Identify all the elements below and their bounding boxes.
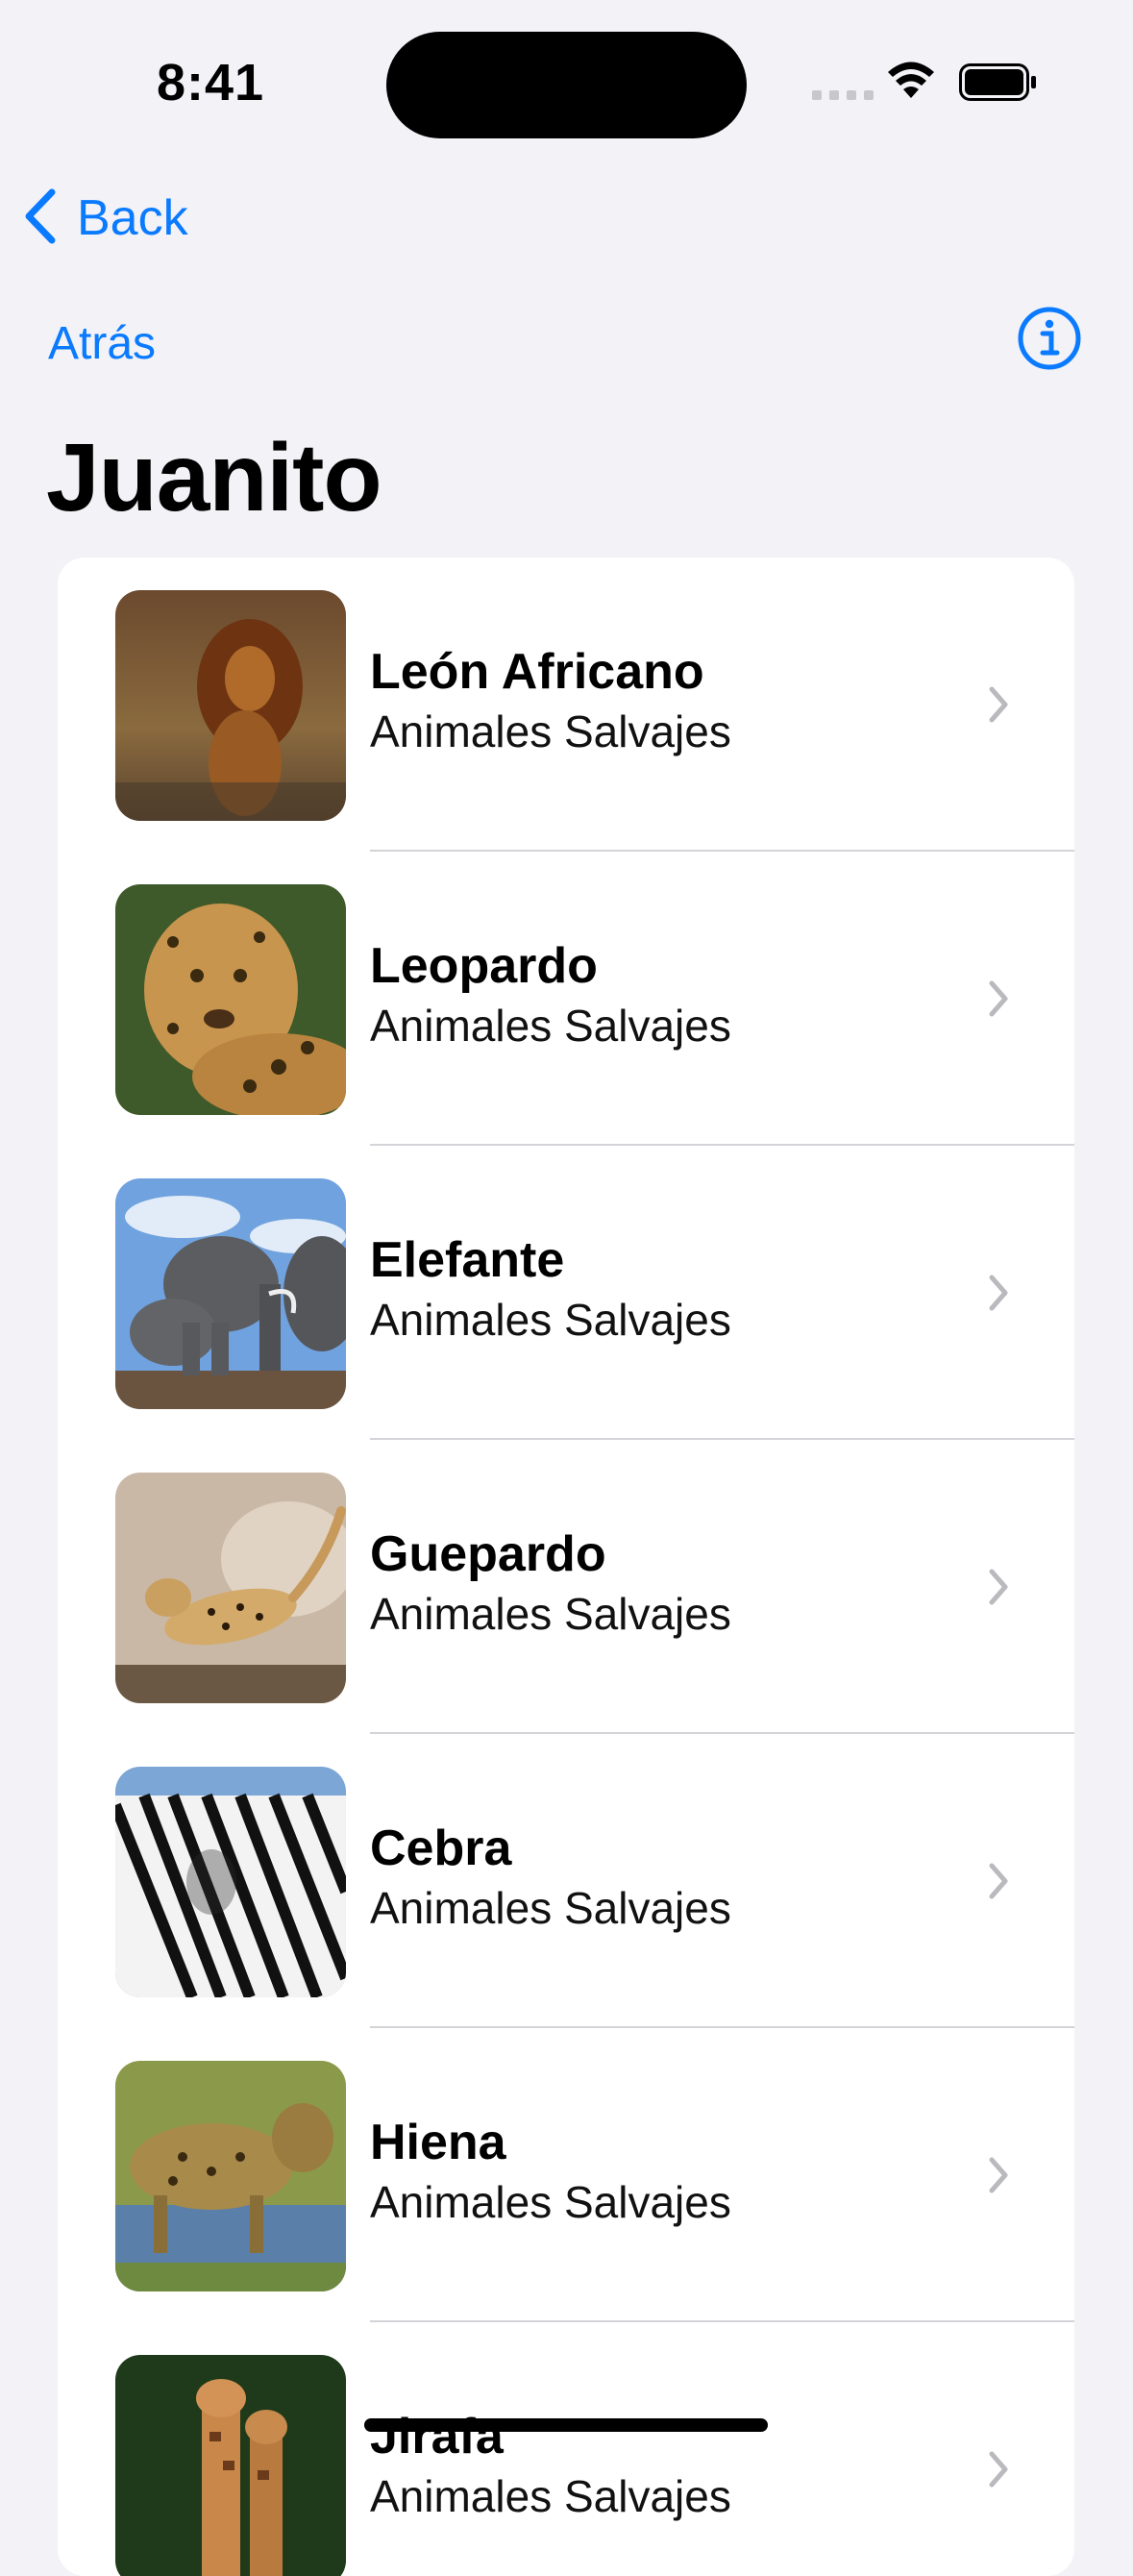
item-title: Leopardo bbox=[370, 938, 598, 994]
status-bar: 8:41 bbox=[0, 0, 1133, 163]
home-indicator[interactable] bbox=[364, 2418, 768, 2432]
chevron-right-icon bbox=[988, 685, 1009, 729]
dynamic-island bbox=[386, 32, 747, 138]
info-circle-icon bbox=[1017, 307, 1082, 375]
item-subtitle: Animales Salvajes bbox=[370, 1295, 731, 1345]
cheetah-photo bbox=[115, 1473, 346, 1703]
list-item[interactable]: León Africano Animales Salvajes bbox=[58, 557, 1074, 852]
list-item[interactable]: Cebra Animales Salvajes bbox=[58, 1734, 1074, 2028]
item-title: Cebra bbox=[370, 1821, 512, 1876]
hyena-photo bbox=[115, 2061, 346, 2291]
item-title: Jirafa bbox=[370, 2409, 504, 2465]
atras-button[interactable]: Atrás bbox=[48, 317, 156, 370]
item-subtitle: Animales Salvajes bbox=[370, 1001, 731, 1051]
item-subtitle: Animales Salvajes bbox=[370, 1883, 731, 1933]
item-title: Guepardo bbox=[370, 1526, 606, 1582]
item-title: León Africano bbox=[370, 644, 704, 700]
info-button[interactable] bbox=[1017, 306, 1082, 371]
chevron-right-icon bbox=[988, 1862, 1009, 1905]
zebra-photo bbox=[115, 1767, 346, 1997]
item-subtitle: Animales Salvajes bbox=[370, 706, 731, 756]
item-subtitle: Animales Salvajes bbox=[370, 2177, 731, 2227]
chevron-left-icon bbox=[23, 188, 56, 249]
chevron-right-icon bbox=[988, 979, 1009, 1023]
giraffe-photo bbox=[115, 2355, 346, 2576]
back-button[interactable]: Back bbox=[23, 183, 188, 254]
item-subtitle: Animales Salvajes bbox=[370, 1589, 731, 1639]
page-title: Juanito bbox=[46, 424, 382, 532]
wifi-icon bbox=[886, 60, 936, 107]
leopard-photo bbox=[115, 884, 346, 1115]
item-subtitle: Animales Salvajes bbox=[370, 2471, 731, 2521]
list-item[interactable]: Jirafa Animales Salvajes bbox=[58, 2322, 1074, 2576]
item-title: Elefante bbox=[370, 1232, 565, 1288]
list-item[interactable]: Elefante Animales Salvajes bbox=[58, 1146, 1074, 1440]
list-item[interactable]: Guepardo Animales Salvajes bbox=[58, 1440, 1074, 1734]
navigation-bar: Atrás bbox=[0, 306, 1133, 386]
signal-dots-icon bbox=[812, 90, 874, 100]
battery-full-icon bbox=[959, 63, 1038, 107]
elephant-photo bbox=[115, 1178, 346, 1409]
item-title: Hiena bbox=[370, 2115, 506, 2170]
chevron-right-icon bbox=[988, 1274, 1009, 1317]
chevron-right-icon bbox=[988, 1568, 1009, 1611]
list-item[interactable]: Leopardo Animales Salvajes bbox=[58, 852, 1074, 1146]
back-button-label: Back bbox=[77, 190, 188, 246]
lion-photo bbox=[115, 590, 346, 821]
list-item[interactable]: Hiena Animales Salvajes bbox=[58, 2028, 1074, 2322]
chevron-right-icon bbox=[988, 2156, 1009, 2199]
animal-list: León Africano Animales Salvajes Leopardo… bbox=[58, 557, 1074, 2576]
status-time: 8:41 bbox=[157, 54, 265, 111]
